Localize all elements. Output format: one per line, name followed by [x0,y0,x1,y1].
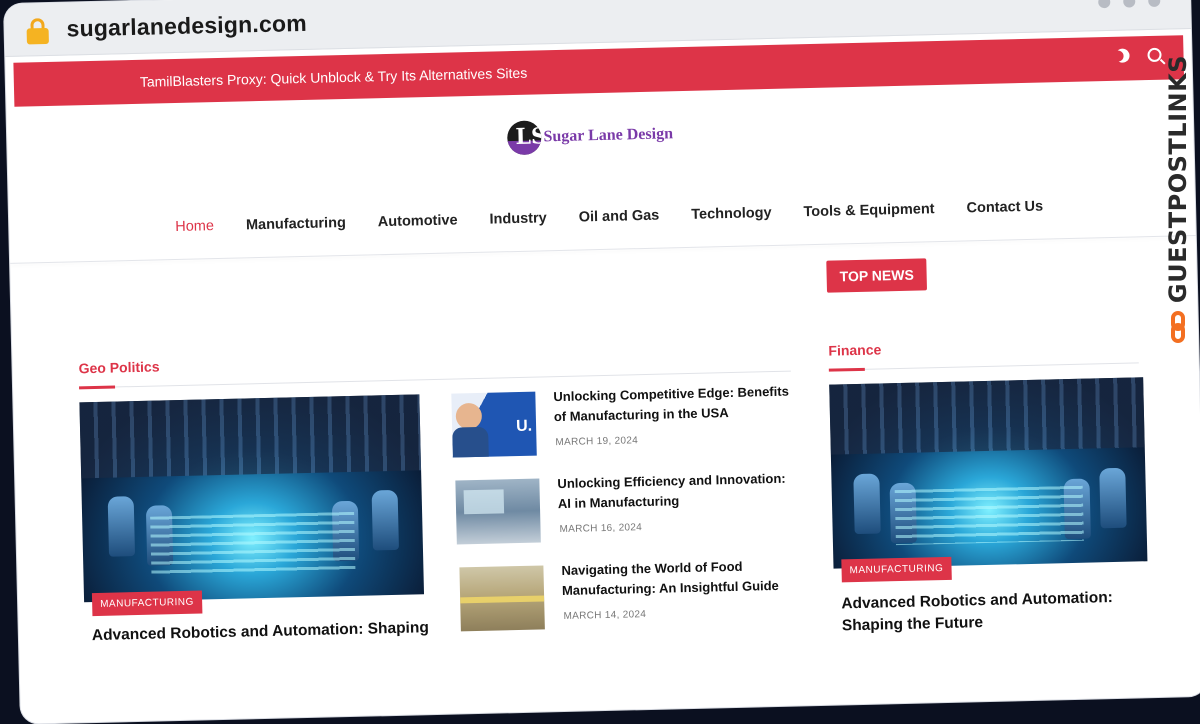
article-title[interactable]: Unlocking Competitive Edge: Benefits of … [553,382,790,428]
nav-item-automotive[interactable]: Automotive [378,212,458,230]
watermark: GUESTPOSTLINKS [1162,55,1194,355]
section-accent [79,385,116,390]
section-divider [828,362,1139,371]
nav-item-tools-equipment[interactable]: Tools & Equipment [803,201,934,220]
search-icon[interactable] [1147,47,1162,63]
url-text[interactable]: sugarlanedesign.com [66,9,307,42]
category-badge[interactable]: MANUFACTURING [841,556,952,583]
category-badge[interactable]: MANUFACTURING [91,590,203,617]
window-dot-icon[interactable] [1098,0,1111,9]
article-thumbnail[interactable] [455,478,541,545]
main-nav: Home Manufacturing Automotive Industry O… [9,195,1195,239]
news-ticker[interactable]: TamilBlasters Proxy: Quick Unblock & Try… [140,65,528,90]
featured-article-title[interactable]: Advanced Robotics and Automation: Shapin… [841,587,1132,638]
featured-image[interactable] [829,377,1148,569]
article-date: MARCH 16, 2024 [559,522,643,536]
featured-image[interactable] [79,394,425,603]
moon-icon[interactable] [1113,46,1132,65]
section-title-geo-politics[interactable]: Geo Politics [78,358,159,376]
watermark-text: GUESTPOSTLINKS [1164,55,1192,304]
article-title[interactable]: Unlocking Efficiency and Innovation: AI … [557,469,794,515]
window-dot-icon[interactable] [1123,0,1136,8]
nav-item-home[interactable]: Home [175,218,214,235]
nav-item-manufacturing[interactable]: Manufacturing [246,215,346,233]
article-date: MARCH 14, 2024 [563,609,647,622]
article-thumbnail[interactable] [459,565,545,632]
topbar-icons [1113,46,1162,65]
nav-item-oil-and-gas[interactable]: Oil and Gas [579,208,660,226]
logo-mark-icon: LS [507,120,542,156]
lock-icon [26,18,49,45]
nav-item-contact-us[interactable]: Contact Us [966,199,1043,217]
logo-text: Sugar Lane Design [543,125,674,146]
article-title[interactable]: Navigating the World of Food Manufacturi… [561,555,798,601]
top-news-label[interactable]: TOP NEWS [826,258,928,293]
main-content: TOP NEWS Geo Politics MANUFACTURING Adva… [10,236,1200,684]
featured-article-title[interactable]: Advanced Robotics and Automation: Shapin… [92,619,429,645]
browser-window: sugarlanedesign.com TamilBlasters Proxy:… [4,0,1200,724]
nav-item-technology[interactable]: Technology [691,205,772,223]
thumbnail-text: U. [515,417,533,436]
logo-mark-letters: LS [515,123,542,150]
section-accent [828,367,865,372]
site-logo[interactable]: LS Sugar Lane Design [4,105,1194,167]
window-controls [1098,0,1161,9]
link-icon [1169,311,1187,344]
nav-item-industry[interactable]: Industry [489,210,547,227]
window-dot-icon[interactable] [1148,0,1161,8]
article-date: MARCH 19, 2024 [555,435,639,449]
section-title-finance[interactable]: Finance [828,341,881,358]
article-thumbnail[interactable]: U. [451,391,537,458]
